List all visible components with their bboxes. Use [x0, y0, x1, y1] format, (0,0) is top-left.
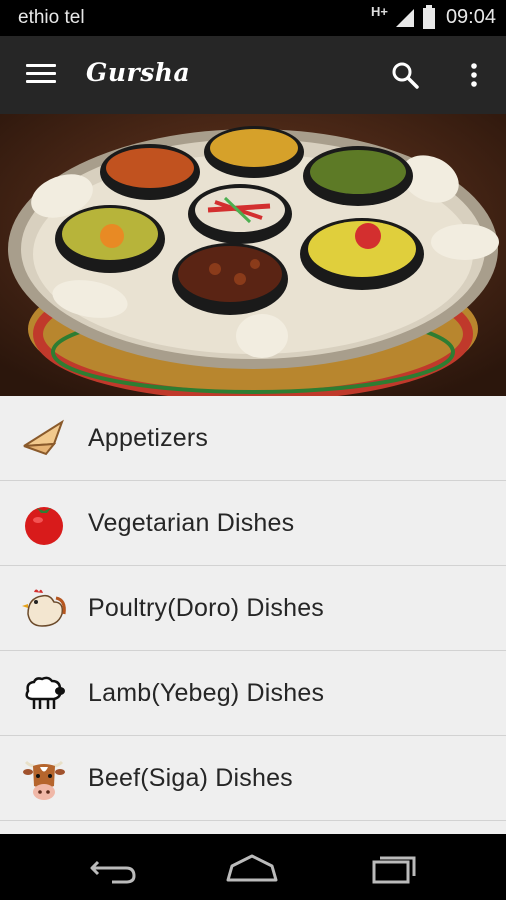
- list-item-label: Lamb(Yebeg) Dishes: [88, 679, 325, 707]
- recents-icon: [372, 856, 416, 884]
- more-vert-icon: [471, 63, 477, 87]
- back-button[interactable]: [82, 848, 142, 888]
- battery-icon: [422, 5, 435, 29]
- back-icon: [90, 860, 136, 884]
- overflow-menu-button[interactable]: [464, 60, 484, 92]
- ethiopian-platter-illustration: [0, 114, 506, 396]
- signal-icon: [395, 9, 414, 27]
- list-item-label: Vegetarian Dishes: [88, 509, 295, 537]
- search-button[interactable]: [390, 60, 422, 92]
- carrier-name: ethio tel: [18, 7, 85, 28]
- status-bar: ethio tel H+ 09:04: [0, 0, 506, 36]
- sheep-icon: [25, 676, 65, 709]
- list-item-label: Appetizers: [88, 424, 209, 452]
- samosa-icon: [23, 419, 64, 456]
- chicken-icon: [22, 589, 66, 627]
- list-item-lamb[interactable]: Lamb(Yebeg) Dishes: [0, 651, 506, 736]
- list-item-poultry[interactable]: Poultry(Doro) Dishes: [0, 566, 506, 651]
- list-item-beef[interactable]: Beef(Siga) Dishes: [0, 736, 506, 821]
- cow-icon: [23, 760, 65, 800]
- list-item-label: Beef(Siga) Dishes: [88, 764, 293, 792]
- app-title: Gursha: [86, 58, 191, 87]
- app-bar: Gursha: [0, 36, 506, 114]
- hero-food-image: [0, 114, 506, 396]
- list-item-vegetarian[interactable]: Vegetarian Dishes: [0, 481, 506, 566]
- system-nav-bar: [0, 834, 506, 900]
- menu-button[interactable]: [26, 64, 56, 86]
- hamburger-line: [26, 72, 56, 75]
- hamburger-icon: [26, 64, 56, 67]
- clock: 09:04: [445, 5, 496, 28]
- hamburger-line: [26, 80, 56, 83]
- tomato-icon: [25, 507, 63, 545]
- recents-button[interactable]: [366, 848, 426, 888]
- network-type: H+: [370, 3, 388, 19]
- list-item-appetizers[interactable]: Appetizers: [0, 396, 506, 481]
- status-icons: H+ 09:04: [370, 3, 496, 29]
- list-item-label: Poultry(Doro) Dishes: [88, 594, 325, 622]
- home-button[interactable]: [222, 848, 282, 888]
- home-icon: [226, 854, 278, 882]
- category-list: Appetizers Vegetarian Dishes Poultry(Dor…: [0, 396, 506, 834]
- search-icon: [392, 62, 419, 89]
